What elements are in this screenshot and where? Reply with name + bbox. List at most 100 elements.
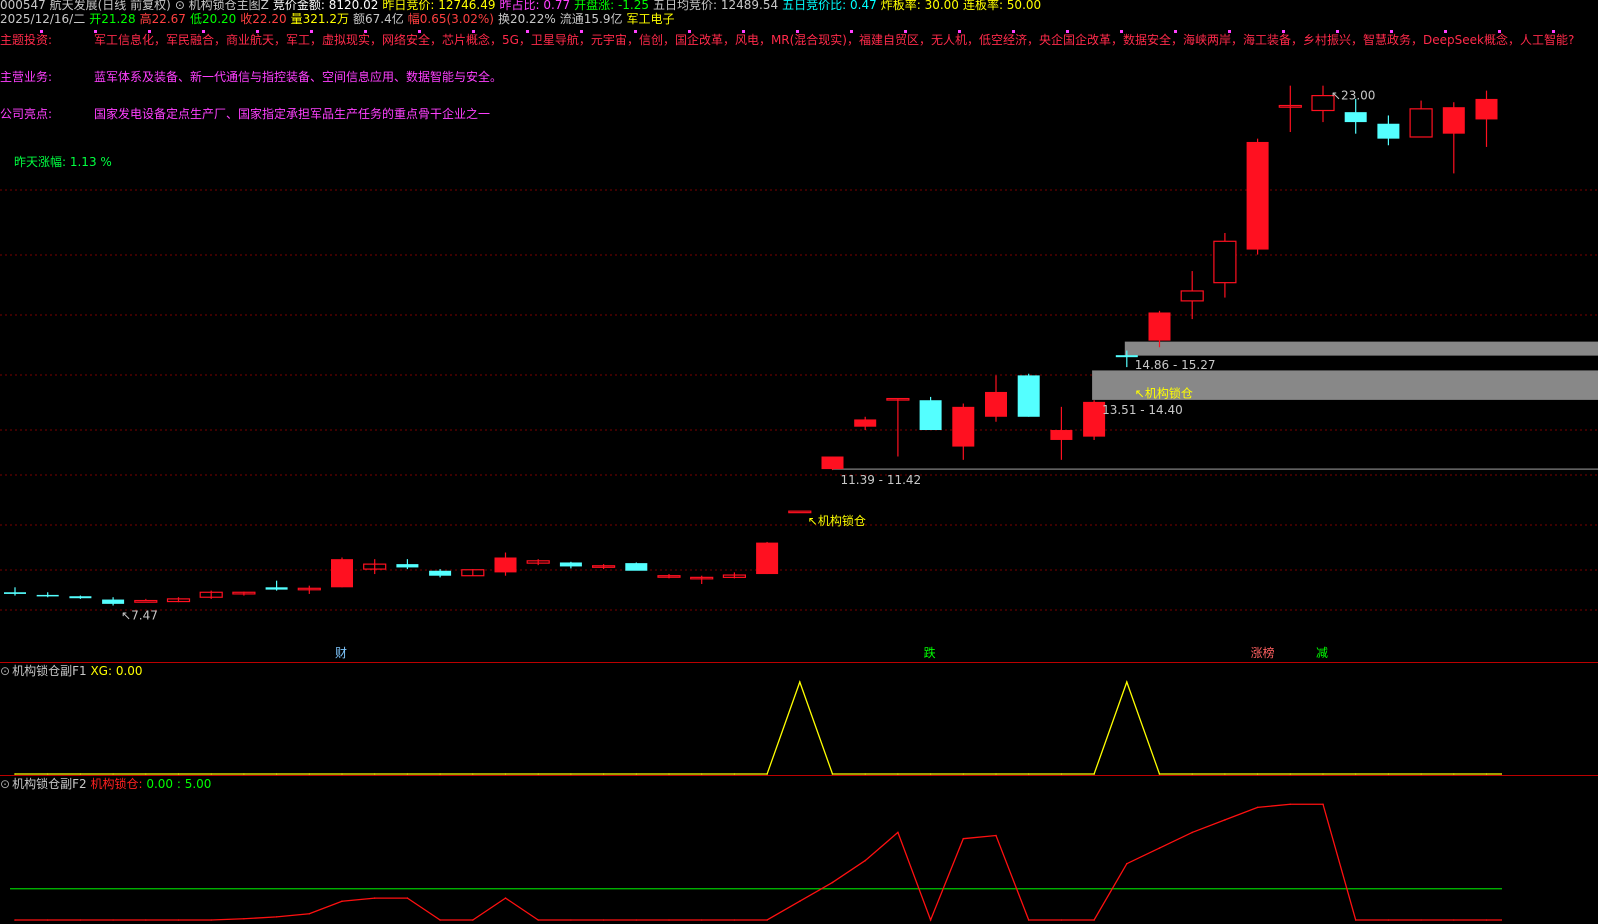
candle[interactable] <box>363 559 387 575</box>
candle[interactable] <box>756 541 779 575</box>
candle-body <box>396 564 419 568</box>
indicator-point <box>570 919 572 921</box>
candle-body <box>985 391 1007 417</box>
candle[interactable] <box>854 416 877 431</box>
candle[interactable] <box>396 559 419 570</box>
candle[interactable] <box>1050 406 1073 460</box>
candle[interactable] <box>919 396 942 431</box>
collapse-icon[interactable]: ⊙ <box>0 777 10 791</box>
candle-body <box>1344 112 1367 123</box>
candle[interactable] <box>722 572 747 579</box>
indicator-point <box>799 900 801 903</box>
candle[interactable] <box>657 574 681 579</box>
candle[interactable] <box>1442 102 1465 174</box>
candle[interactable] <box>1344 98 1367 134</box>
price-annotation: 14.86 - 15.27 <box>1135 358 1216 372</box>
candle-body <box>1475 98 1498 120</box>
f2-indicator-chart[interactable] <box>0 790 1598 924</box>
f2-series-value: 0.00 : 5.00 <box>146 777 212 791</box>
candle-body <box>1246 141 1269 250</box>
candle[interactable] <box>1278 85 1302 133</box>
indicator-point <box>1354 919 1357 921</box>
candle[interactable] <box>1246 138 1269 255</box>
candle[interactable] <box>821 456 844 471</box>
indicator-point <box>1060 919 1063 921</box>
indicator-point <box>504 897 507 899</box>
indicator-point <box>929 919 932 921</box>
candle[interactable] <box>36 592 59 598</box>
candle-body <box>134 599 158 603</box>
candle[interactable] <box>625 562 648 571</box>
candle[interactable] <box>331 557 353 588</box>
indicator-point <box>766 919 768 921</box>
indicator-point <box>243 917 245 920</box>
indicator-point <box>1224 819 1226 821</box>
candle[interactable] <box>690 575 714 584</box>
indicator-point <box>897 831 899 834</box>
candle-body <box>788 510 812 514</box>
indicator-point <box>864 859 866 862</box>
indicator-point <box>112 919 114 921</box>
candle-body <box>1377 123 1400 139</box>
candle[interactable] <box>788 510 812 514</box>
candle[interactable] <box>429 569 452 578</box>
candle[interactable] <box>102 597 125 606</box>
indicator-point <box>1158 847 1161 849</box>
event-marker[interactable]: 跌 <box>924 645 936 660</box>
candle-body <box>1409 108 1433 138</box>
event-marker[interactable]: 财 <box>335 646 347 660</box>
candle-body <box>429 570 452 576</box>
candle[interactable] <box>199 590 223 599</box>
event-marker[interactable]: 涨榜 <box>1251 645 1275 660</box>
indicator-point <box>1027 919 1030 921</box>
indicator-point <box>373 897 376 899</box>
candle[interactable] <box>461 569 485 577</box>
candle[interactable] <box>166 597 191 603</box>
indicator-point <box>733 919 736 921</box>
candle[interactable] <box>1475 90 1498 147</box>
price-annotation: ↖机构锁仓 <box>808 513 866 528</box>
candle[interactable] <box>1017 373 1040 417</box>
f1-indicator-chart[interactable] <box>0 676 1598 778</box>
price-annotation: 13.51 - 14.40 <box>1102 403 1183 417</box>
candle[interactable] <box>69 595 92 599</box>
candle[interactable] <box>494 552 517 576</box>
indicator-point <box>1485 919 1488 921</box>
indicator-point <box>602 919 605 921</box>
indicator-point <box>79 919 82 921</box>
candle[interactable] <box>886 397 910 457</box>
f2-series-name: 机构锁仓 <box>90 777 139 791</box>
candle[interactable] <box>526 559 550 566</box>
price-annotation: ↖7.47 <box>121 609 158 623</box>
candle[interactable] <box>952 403 975 460</box>
candle[interactable] <box>985 375 1007 422</box>
indicator-point <box>1289 803 1292 806</box>
lock-zone <box>1124 341 1598 356</box>
candle-body <box>1050 430 1073 440</box>
candle[interactable] <box>591 564 616 570</box>
candlestick-chart[interactable]: ↖7.47 11.39 - 11.42 13.51 - 14.40 14.86 - 1… <box>0 0 1598 662</box>
candle-body <box>1148 312 1171 341</box>
candle-body <box>1180 290 1204 302</box>
candle[interactable] <box>134 598 158 603</box>
candle[interactable] <box>4 587 26 596</box>
candle[interactable] <box>232 591 256 596</box>
indicator-point <box>210 919 212 921</box>
f2-panel-title: ⊙ 机构锁仓副F2 机构锁仓: 0.00 : 5.00 <box>0 777 212 791</box>
indicator-point <box>995 834 997 837</box>
candle[interactable] <box>559 561 582 569</box>
indicator-point <box>799 681 801 683</box>
candle[interactable] <box>297 585 321 594</box>
candle-body <box>102 599 125 604</box>
indicator-point <box>635 919 638 921</box>
event-marker[interactable]: 减 <box>1316 646 1328 660</box>
indicator-point <box>1126 681 1128 683</box>
candle[interactable] <box>1377 115 1400 146</box>
candle[interactable] <box>265 580 288 591</box>
indicator-point <box>1322 803 1324 806</box>
indicator-point <box>14 919 16 921</box>
candle-body <box>821 456 844 470</box>
candle[interactable] <box>1409 100 1433 138</box>
candle[interactable] <box>1213 233 1237 298</box>
candle[interactable] <box>1180 271 1204 320</box>
